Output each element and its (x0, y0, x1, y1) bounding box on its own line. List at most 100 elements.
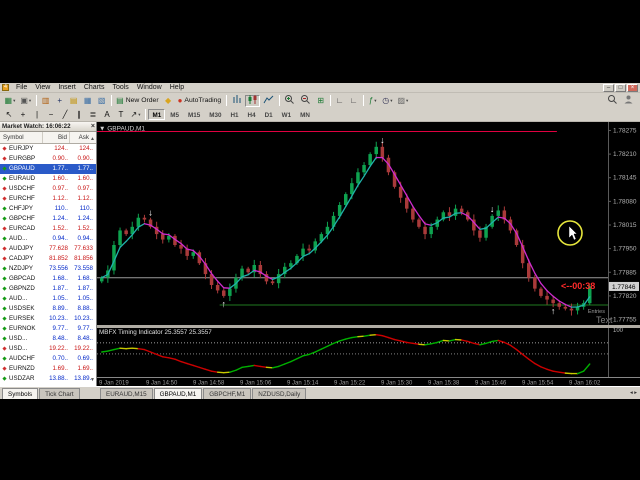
menu-window[interactable]: Window (133, 83, 166, 93)
mw-row-eurjpy[interactable]: ◆EURJPY124..124.. (0, 144, 96, 154)
mw-row-audchf[interactable]: ◆AUDCHF0.70..0.69.. (0, 354, 96, 364)
candlestick-chart-icon (247, 94, 258, 107)
new-chart-button[interactable]: ▦▾ (3, 95, 18, 107)
autotrading-button[interactable]: ●AutoTrading (176, 95, 224, 107)
price-tick-label: 1.77885 (613, 269, 637, 276)
cursor-tool-button[interactable]: ↖ (3, 109, 16, 121)
tab-tick-chart[interactable]: Tick Chart (39, 388, 79, 399)
mw-row-usd[interactable]: ◆USD...8.48..8.48.. (0, 334, 96, 344)
bar-chart-button[interactable] (229, 95, 244, 107)
metaeditor-button[interactable]: ◆ (162, 95, 175, 107)
menu-insert[interactable]: Insert (54, 83, 80, 93)
chart-tab-gbpaud-m1[interactable]: GBPAUD,M1 (154, 388, 203, 399)
new-order-button[interactable]: ▤New Order (114, 95, 160, 107)
auto-scroll-button[interactable]: ∟ (333, 95, 346, 107)
timeframe-m5[interactable]: M5 (166, 109, 183, 120)
market-watch-toggle-icon: ▥ (42, 96, 50, 105)
periods-button[interactable]: ◷▾ (380, 95, 394, 107)
mw-row-eurnzd[interactable]: ◆EURNZD1.69..1.69.. (0, 364, 96, 374)
arrows-tool-button[interactable]: ↗▾ (129, 109, 143, 121)
mw-row-usdchf[interactable]: ◆USDCHF0.97..0.97.. (0, 184, 96, 194)
menu-view[interactable]: View (31, 83, 54, 93)
crosshair-tool-button[interactable]: + (17, 109, 30, 121)
mw-symbol: EURCAD (9, 224, 43, 234)
mw-row-euraud[interactable]: ◆EURAUD1.60..1.60.. (0, 174, 96, 184)
timeframe-w1[interactable]: W1 (278, 109, 295, 120)
restore-button[interactable]: □ (615, 84, 626, 92)
text-tool-button[interactable]: A (101, 109, 114, 121)
menu-help[interactable]: Help (166, 83, 188, 93)
chart-tab-euraud-m15[interactable]: EURAUD,M15 (100, 388, 153, 399)
mw-row-eurcad[interactable]: ◆EURCAD1.52..1.52.. (0, 224, 96, 234)
mw-row-eurchf[interactable]: ◆EURCHF1.12..1.12.. (0, 194, 96, 204)
scroll-down-icon[interactable]: ▼ (90, 377, 95, 383)
chart-tabs: EURAUD,M15GBPAUD,M1GBPCHF,M1NZDUSD,Daily (97, 388, 307, 399)
timeframe-m15[interactable]: M15 (184, 109, 204, 120)
mw-row-usdzar[interactable]: ◆USDZAR13.88..13.89.. (0, 374, 96, 384)
timeframe-h4[interactable]: H4 (244, 109, 260, 120)
data-window-button[interactable]: + (53, 95, 66, 107)
column-bid[interactable]: Bid (43, 132, 70, 143)
line-chart-button[interactable] (261, 95, 276, 107)
indicators-button[interactable]: ƒ▾ (366, 95, 379, 107)
strategy-tester-icon: ▧ (98, 96, 106, 105)
zoom-in-button[interactable] (282, 95, 297, 107)
text-label-tool-button[interactable]: T (115, 109, 128, 121)
mw-row-gbpchf[interactable]: ◆GBPCHF1.24..1.24.. (0, 214, 96, 224)
timeframe-mn[interactable]: MN (296, 109, 314, 120)
mw-row-aud[interactable]: ◆AUD...1.05..1.05.. (0, 294, 96, 304)
terminal-button[interactable]: ▦ (81, 95, 94, 107)
mw-row-nzdjpy[interactable]: ◆NZDJPY73.55673.558 (0, 264, 96, 274)
market-watch-panel: Market Watch: 16:06:22 × Symbol Bid Ask … (0, 122, 97, 386)
timeframe-d1[interactable]: D1 (261, 109, 277, 120)
candlestick-chart-button[interactable] (245, 95, 260, 107)
menu-tools[interactable]: Tools (108, 83, 132, 93)
chart-tab-nzdusd-daily[interactable]: NZDUSD,Daily (252, 388, 306, 399)
channel-tool-button[interactable]: ∥ (73, 109, 86, 121)
window-controls: –□× (603, 84, 640, 92)
current-price-label: 1.77846 (612, 284, 636, 291)
mw-row-eurnok[interactable]: ◆EURNOK9.77..9.77.. (0, 324, 96, 334)
mw-row-aud[interactable]: ◆AUD...0.94..0.94.. (0, 234, 96, 244)
price-chart[interactable]: ▼ GBPAUD,M1↓↑↓↓↑<--00:38EntriesText1.782… (97, 122, 640, 386)
tab-symbols[interactable]: Symbols (2, 388, 38, 399)
zoom-out-button[interactable] (298, 95, 313, 107)
profiles-button[interactable]: ▣▾ (18, 95, 33, 107)
vertical-line-tool-button[interactable]: | (31, 109, 44, 121)
mw-bid: 1.24.. (43, 214, 70, 224)
mw-row-eursek[interactable]: ◆EURSEK10.23..10.23.. (0, 314, 96, 324)
mw-row-usdsek[interactable]: ◆USDSEK8.89..8.88.. (0, 304, 96, 314)
mw-row-cadjpy[interactable]: ◆CADJPY81.85281.856 (0, 254, 96, 264)
column-symbol[interactable]: Symbol (0, 132, 43, 143)
templates-button[interactable]: ▨▾ (395, 95, 410, 107)
fibonacci-tool-button[interactable]: ≣ (87, 109, 100, 121)
timeframe-m1[interactable]: M1 (148, 109, 165, 120)
chart-shift-button[interactable]: ∟ (347, 95, 360, 107)
search-button[interactable] (605, 95, 620, 107)
minimize-button[interactable]: – (603, 84, 614, 92)
mw-row-gbpcad[interactable]: ◆GBPCAD1.68..1.68.. (0, 274, 96, 284)
mw-row-audjpy[interactable]: ◆AUDJPY77.62877.633 (0, 244, 96, 254)
mw-row-usd[interactable]: ◆USD...19.22..19.22.. (0, 344, 96, 354)
menu-charts[interactable]: Charts (80, 83, 109, 93)
timeframe-h1[interactable]: H1 (226, 109, 242, 120)
horizontal-line-tool-button[interactable]: − (45, 109, 58, 121)
close-button[interactable]: × (627, 84, 638, 92)
tab-scroll-arrows[interactable]: ◂ ▸ (630, 388, 640, 399)
trendline-tool-button[interactable]: ╱ (59, 109, 72, 121)
mw-row-gbpaud[interactable]: ◆GBPAUD1.77..1.77.. (0, 164, 96, 174)
mw-row-chfjpy[interactable]: ◆CHFJPY110..110.. (0, 204, 96, 214)
mw-row-gbpnzd[interactable]: ◆GBPNZD1.87..1.87.. (0, 284, 96, 294)
mw-row-eurgbp[interactable]: ◆EURGBP0.90..0.90.. (0, 154, 96, 164)
chart-tab-gbpchf-m1[interactable]: GBPCHF,M1 (203, 388, 251, 399)
menu-file[interactable]: File (12, 83, 31, 93)
strategy-tester-button[interactable]: ▧ (95, 95, 108, 107)
timeframe-m30[interactable]: M30 (205, 109, 225, 120)
mw-ask: 8.48.. (70, 334, 96, 344)
chart-shift-icon: ∟ (350, 96, 358, 105)
close-icon[interactable]: × (91, 122, 95, 131)
navigator-button[interactable]: ▤ (67, 95, 80, 107)
tile-windows-button[interactable]: ⊞ (314, 95, 327, 107)
market-watch-toggle-button[interactable]: ▥ (39, 95, 52, 107)
community-button[interactable] (621, 95, 636, 107)
